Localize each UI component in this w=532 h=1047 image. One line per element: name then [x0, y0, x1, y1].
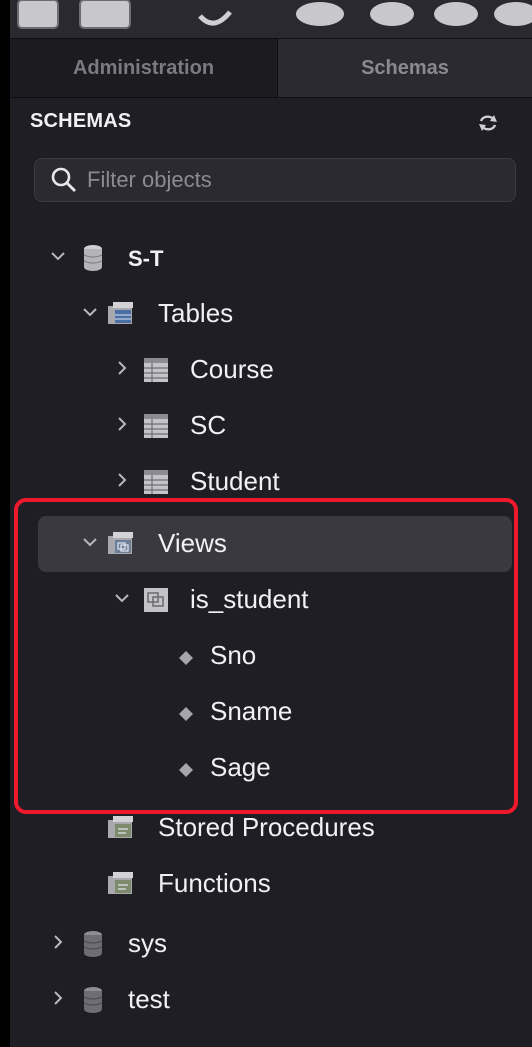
column-diamond-icon [179, 763, 193, 777]
tab-administration[interactable]: Administration [10, 39, 278, 97]
tree-item-view-is-student[interactable]: is_student [10, 572, 532, 628]
tree-label: Sno [210, 640, 257, 670]
folder-icon [108, 302, 133, 324]
chevron-down-icon[interactable] [82, 534, 98, 550]
tree-item-views[interactable]: Views [10, 516, 532, 572]
chevron-right-icon[interactable] [114, 360, 130, 376]
tree-item-schema-test[interactable]: test [10, 972, 532, 1028]
schema-navigator-panel: Administration Schemas SCHEMAS S-T [10, 0, 532, 1047]
table-icon [144, 358, 168, 382]
tree-label: Tables [158, 298, 234, 328]
search-icon [51, 167, 76, 192]
tree-label: S-T [128, 246, 164, 271]
folder-icon [108, 816, 133, 838]
navigator-tabs: Administration Schemas [10, 38, 532, 98]
chevron-down-icon[interactable] [50, 248, 66, 264]
tree-item-schema-st[interactable]: S-T [10, 230, 532, 286]
tree-label: Sage [210, 752, 271, 782]
tree-item-column-sno[interactable]: Sno [10, 628, 532, 684]
tree-label: Sname [210, 696, 293, 726]
refresh-icon[interactable] [476, 111, 500, 135]
toolbar-open-sql-icon[interactable] [70, 0, 140, 36]
tree-label: is_student [190, 584, 309, 614]
column-diamond-icon [179, 707, 193, 721]
folder-icon [108, 532, 133, 554]
tree-item-table-course[interactable]: Course [10, 342, 532, 398]
chevron-right-icon[interactable] [114, 416, 130, 432]
toolbar-create-routine-icon[interactable] [490, 0, 532, 36]
chevron-down-icon[interactable] [82, 304, 98, 320]
toolbar-create-view-icon[interactable] [430, 0, 482, 36]
toolbar-create-table-icon[interactable] [366, 0, 418, 36]
toolbar-create-schema-icon[interactable] [290, 0, 350, 36]
database-icon [83, 245, 103, 271]
toolbar [10, 0, 532, 38]
tree-label: sys [128, 928, 167, 958]
database-icon [83, 931, 103, 957]
tree-item-stored-procedures[interactable]: Stored Procedures [10, 800, 532, 856]
tree-item-schema-sys[interactable]: sys [10, 916, 532, 972]
chevron-right-icon[interactable] [50, 934, 66, 950]
tree-item-column-sname[interactable]: Sname [10, 684, 532, 740]
toolbar-inspect-icon[interactable] [190, 0, 240, 36]
window-edge [0, 0, 10, 1047]
filter-box [34, 158, 516, 202]
tree-item-table-student[interactable]: Student [10, 454, 532, 510]
toolbar-sql-icon[interactable] [10, 0, 66, 36]
view-icon [144, 588, 168, 612]
chevron-right-icon[interactable] [114, 472, 130, 488]
tree-item-functions[interactable]: Functions [10, 856, 532, 912]
filter-objects-input[interactable] [87, 165, 497, 195]
tree-label: Functions [158, 868, 271, 898]
chevron-down-icon[interactable] [114, 590, 130, 606]
table-icon [144, 414, 168, 438]
chevron-right-icon[interactable] [50, 990, 66, 1006]
tree-item-tables[interactable]: Tables [10, 286, 532, 342]
tree-label: Student [190, 466, 280, 496]
tree-item-table-sc[interactable]: SC [10, 398, 532, 454]
tree-label: test [128, 984, 170, 1014]
tree-label: Course [190, 354, 274, 384]
folder-icon [108, 872, 133, 894]
tab-schemas[interactable]: Schemas [278, 39, 532, 97]
tree-item-column-sage[interactable]: Sage [10, 740, 532, 796]
database-icon [83, 987, 103, 1013]
schemas-header: SCHEMAS [30, 110, 132, 132]
tree-label: Views [158, 528, 227, 558]
tree-label: Stored Procedures [158, 812, 375, 842]
column-diamond-icon [179, 651, 193, 665]
table-icon [144, 470, 168, 494]
tree-label: SC [190, 410, 227, 440]
